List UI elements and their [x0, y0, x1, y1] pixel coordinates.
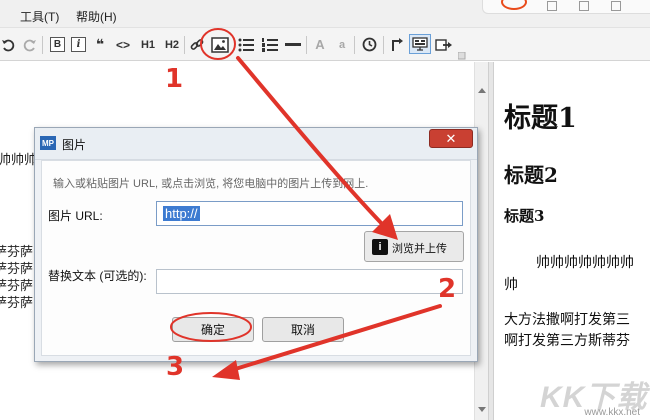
image-dialog: MP 图片 ✕ 输入或粘贴图片 URL, 或点击浏览, 将您电脑中的图片上传到网…	[34, 127, 478, 362]
annotation-step-1: 1	[165, 64, 184, 94]
cancel-button[interactable]: 取消	[262, 317, 344, 342]
image-url-label: 图片 URL:	[48, 209, 103, 223]
editor-line[interactable]: 萨芬萨	[0, 292, 33, 311]
toolbar-separator	[306, 36, 307, 54]
preview-heading1: 标题1	[504, 103, 577, 134]
window-control-icon[interactable]	[547, 1, 557, 11]
toolbar-separator	[184, 36, 185, 54]
app-logo-icon	[501, 0, 527, 10]
heading1-button[interactable]: H1	[138, 35, 158, 54]
menu-tools[interactable]: 工具(T)	[20, 8, 59, 25]
watermark-url: www.kkx.net	[584, 407, 640, 418]
info-icon: i	[372, 239, 388, 255]
horizontal-rule-icon[interactable]	[284, 35, 302, 54]
quote-button[interactable]: ❝	[92, 35, 108, 54]
close-button[interactable]: ✕	[429, 129, 473, 148]
redo-icon[interactable]	[22, 35, 38, 54]
dialog-body: 输入或粘贴图片 URL, 或点击浏览, 将您电脑中的图片上传到网上. 图片 UR…	[41, 160, 471, 356]
alt-text-label: 替换文本 (可选的):	[48, 269, 147, 283]
window-control-icon[interactable]	[611, 1, 621, 11]
menu-help[interactable]: 帮助(H)	[76, 8, 117, 25]
dialog-title: 图片	[62, 138, 87, 152]
export-icon[interactable]	[434, 35, 454, 54]
app-icon: MP	[40, 136, 56, 150]
toolbar-separator	[383, 36, 384, 54]
ok-button[interactable]: 确定	[172, 317, 254, 342]
clock-icon[interactable]	[360, 35, 378, 54]
menu-bar: 工具(T) 帮助(H)	[0, 0, 650, 28]
browse-upload-button[interactable]: i 浏览并上传	[364, 231, 464, 262]
scroll-down-icon[interactable]	[478, 407, 486, 412]
browse-upload-label: 浏览并上传	[392, 243, 447, 255]
dialog-titlebar[interactable]: MP 图片 ✕	[35, 128, 477, 160]
watermark: KK下载 www.kkx.net	[540, 372, 650, 420]
font-larger-button[interactable]: A	[312, 35, 328, 54]
toolbar-separator	[42, 36, 43, 54]
toolbar: B i ❝ <> H1 H2 A a	[0, 28, 650, 61]
heading2-button[interactable]: H2	[162, 35, 182, 54]
image-icon[interactable]	[211, 37, 229, 53]
bullet-list-icon[interactable]	[237, 35, 255, 54]
preview-heading3: 标题3	[504, 207, 545, 225]
bold-button[interactable]: B	[50, 37, 65, 52]
toolbar-separator	[354, 36, 355, 54]
preview-icon[interactable]	[409, 34, 431, 54]
font-smaller-button[interactable]: a	[335, 35, 349, 54]
undo-icon[interactable]	[0, 35, 16, 54]
annotation-step-3: 3	[166, 352, 185, 382]
italic-button[interactable]: i	[71, 37, 86, 52]
link-icon[interactable]	[189, 35, 205, 54]
preview-paragraph-continued: 啊打发第三方斯蒂芬	[504, 333, 630, 349]
preview-paragraph: 大方法撒啊打发第三	[504, 312, 630, 328]
alt-text-input[interactable]	[156, 269, 463, 294]
insert-icon[interactable]	[388, 35, 406, 54]
preview-heading2: 标题2	[504, 163, 558, 187]
window-controls-area	[482, 0, 650, 14]
window-control-icon[interactable]	[579, 1, 589, 11]
image-url-value: http://	[163, 206, 200, 221]
scroll-up-icon[interactable]	[478, 88, 486, 93]
markdown-preview: 标题1 标题2 标题3 帅帅帅帅帅帅帅 帅 大方法撒啊打发第三 啊打发第三方斯蒂…	[494, 62, 650, 420]
numbered-list-icon[interactable]	[261, 35, 279, 54]
dialog-hint: 输入或粘贴图片 URL, 或点击浏览, 将您电脑中的图片上传到网上.	[53, 178, 369, 190]
editor-line[interactable]: 帅帅帅	[0, 149, 37, 168]
preview-paragraph-continued: 帅	[504, 277, 518, 293]
code-button[interactable]: <>	[113, 35, 133, 54]
annotation-step-2: 2	[438, 274, 457, 304]
image-url-input[interactable]: http://	[156, 201, 463, 226]
preview-paragraph: 帅帅帅帅帅帅帅	[536, 255, 634, 271]
